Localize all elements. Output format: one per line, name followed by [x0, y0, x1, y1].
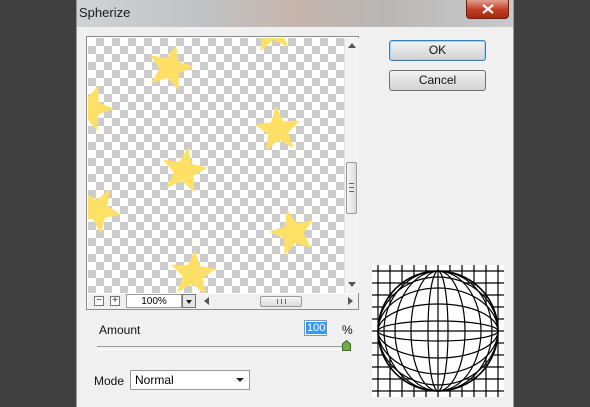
amount-unit: %	[342, 323, 353, 337]
grip-line	[349, 191, 354, 192]
grip-line	[349, 187, 354, 188]
distortion-grid-graphic	[372, 265, 504, 397]
close-button[interactable]	[466, 0, 509, 19]
stars-image	[88, 38, 321, 293]
grip-line	[349, 183, 354, 184]
star-shape	[88, 177, 130, 239]
preview-canvas[interactable]	[88, 38, 344, 293]
star-shape	[142, 38, 199, 93]
zoom-in-button[interactable]: +	[110, 296, 120, 306]
scroll-left-icon[interactable]	[204, 297, 209, 305]
horizontal-scroll-thumb[interactable]	[260, 296, 302, 307]
zoom-out-button[interactable]: −	[94, 296, 104, 306]
zoom-dropdown-button[interactable]	[182, 294, 196, 308]
grip-line	[281, 299, 282, 304]
desktop-background-right	[514, 0, 590, 407]
scroll-up-icon[interactable]	[348, 43, 356, 48]
window-title: Spherize	[79, 5, 131, 20]
amount-slider-track[interactable]	[97, 346, 347, 350]
amount-input[interactable]: 100	[304, 320, 327, 336]
mode-select[interactable]: Normal	[130, 370, 250, 390]
amount-label: Amount	[99, 323, 141, 337]
preview-vertical-scrollbar[interactable]	[344, 38, 359, 293]
desktop-background-left	[0, 0, 76, 407]
vertical-scroll-thumb[interactable]	[346, 162, 357, 214]
spherize-dialog: Spherize − + 100% OK Cancel Amount 100 %…	[76, 0, 514, 407]
scroll-right-icon[interactable]	[348, 297, 353, 305]
preview-bottom-bar: − + 100%	[88, 294, 358, 309]
amount-slider-thumb[interactable]	[342, 340, 351, 351]
cancel-button[interactable]: Cancel	[389, 70, 486, 91]
star-shape	[168, 248, 218, 293]
star-shape	[253, 104, 303, 152]
ok-button[interactable]: OK	[389, 40, 486, 61]
spherize-grid-preview	[372, 265, 504, 397]
close-icon	[482, 4, 494, 14]
star-shape	[158, 143, 211, 195]
star-shape	[88, 77, 120, 135]
grip-line	[285, 299, 286, 304]
star-shape	[244, 38, 297, 54]
preview-panel: − + 100%	[86, 36, 359, 310]
grip-line	[277, 299, 278, 304]
amount-value: 100	[306, 322, 327, 334]
title-bar[interactable]: Spherize	[77, 0, 513, 27]
zoom-level-field[interactable]: 100%	[126, 294, 182, 308]
mode-label: Mode	[94, 374, 125, 388]
scroll-down-icon[interactable]	[348, 282, 356, 287]
preview-horizontal-scrollbar[interactable]	[200, 294, 358, 309]
star-shape	[264, 203, 321, 258]
